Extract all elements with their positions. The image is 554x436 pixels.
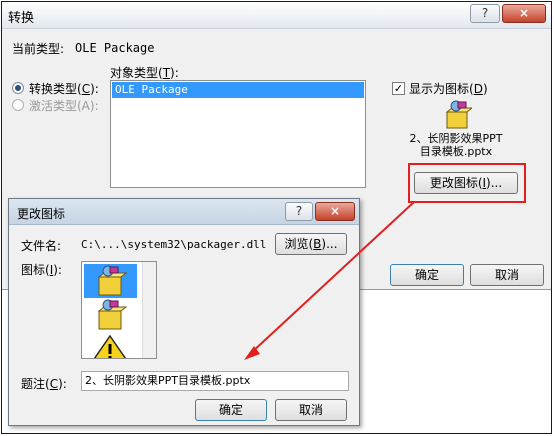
annotation-arrow xyxy=(244,201,415,360)
screenshot-frame: 转换 ? × 当前类型: OLE Package 对象类型(T): OLE Pa… xyxy=(1,1,552,434)
